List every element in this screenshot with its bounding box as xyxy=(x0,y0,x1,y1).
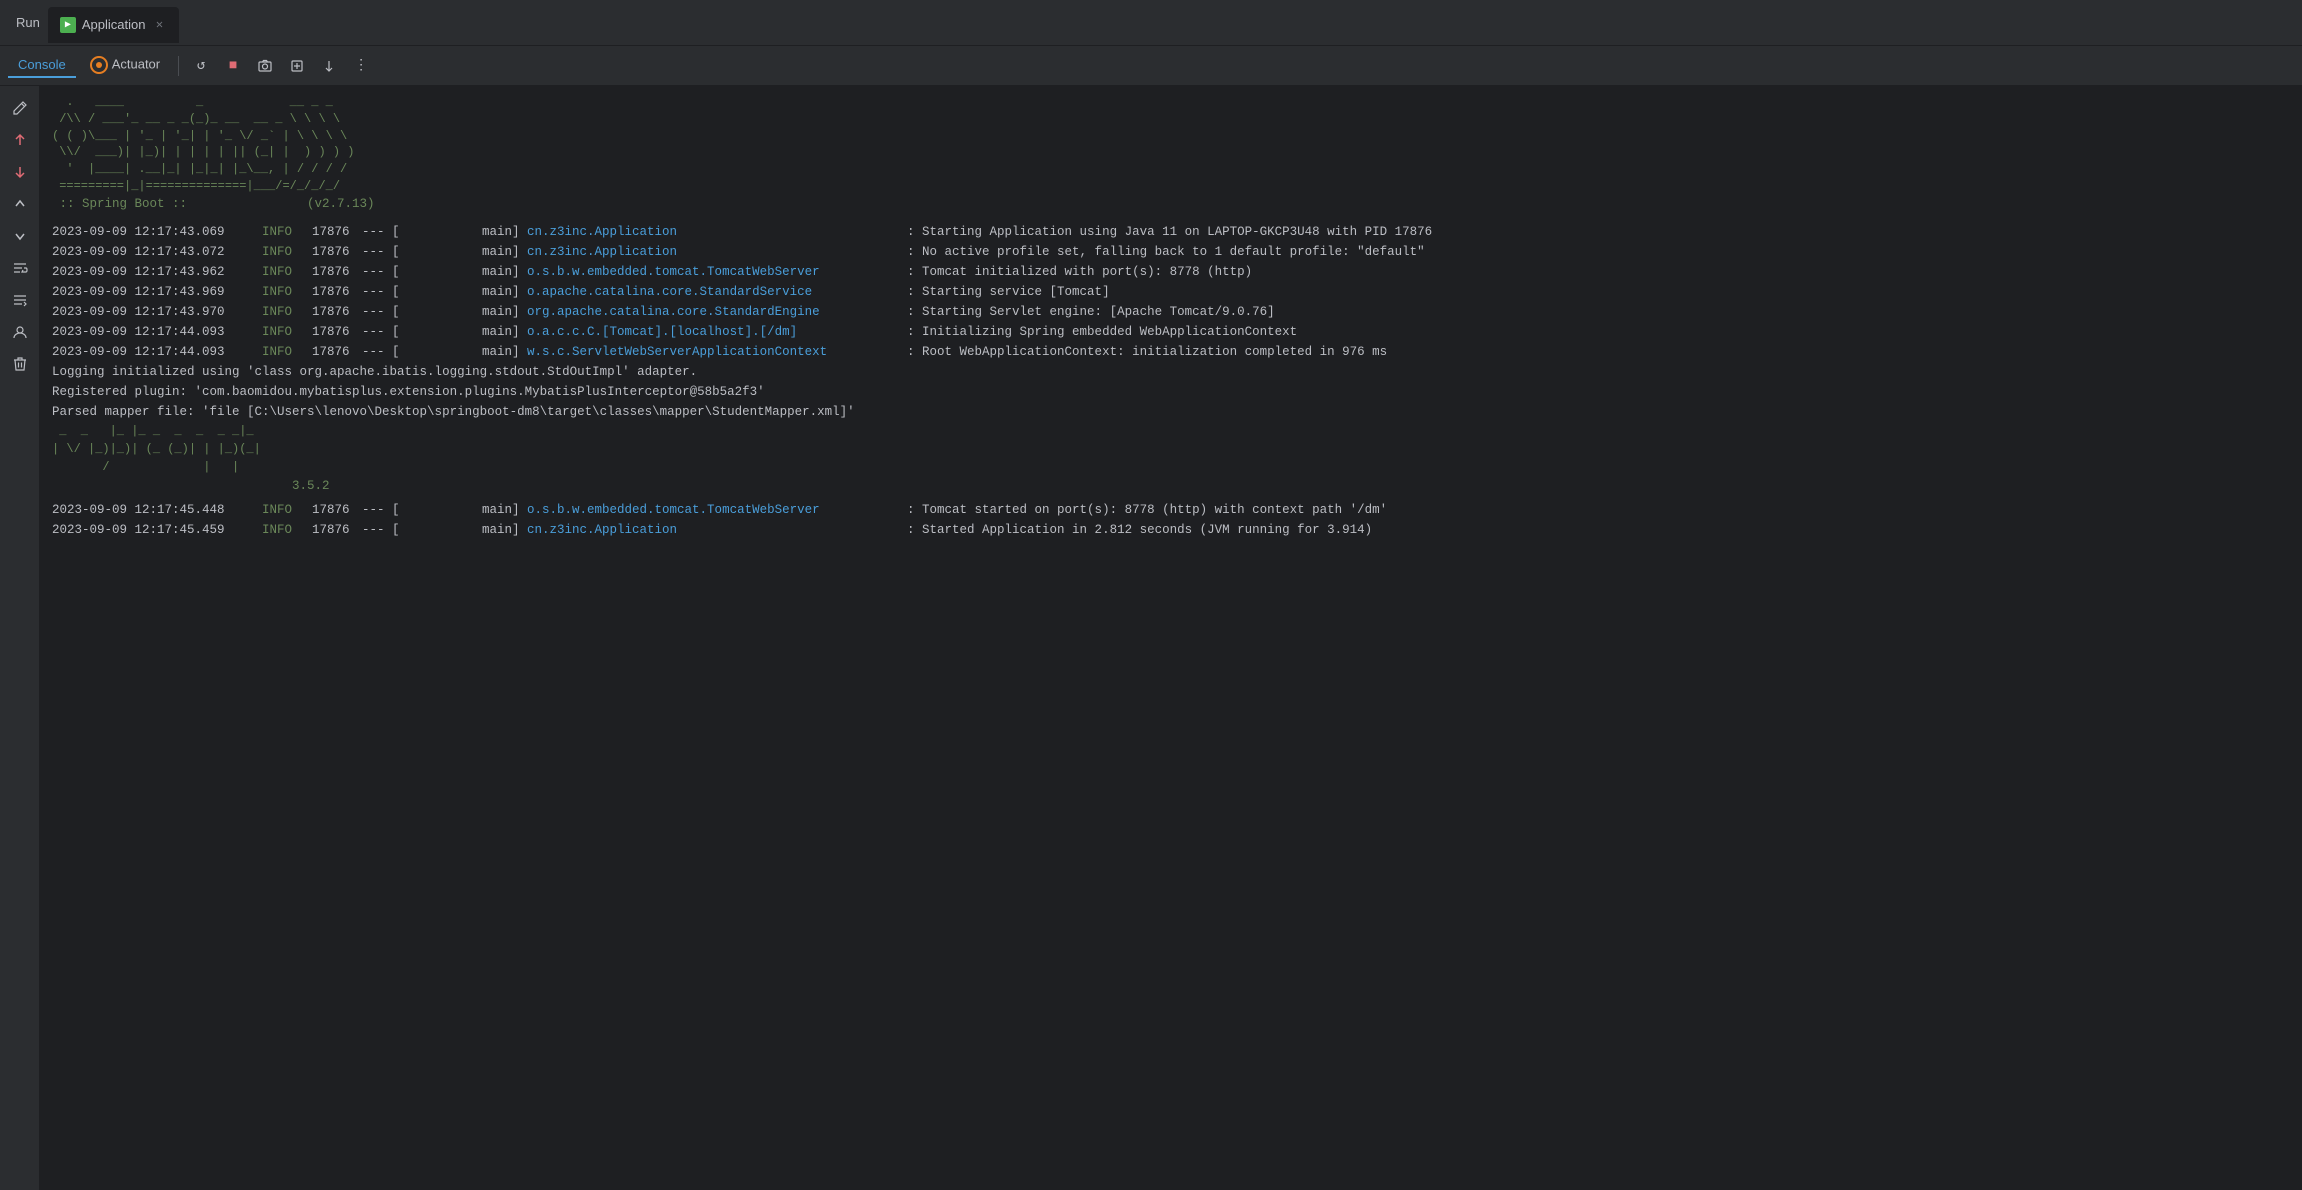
arrow-down-button[interactable] xyxy=(6,158,34,186)
sidebar xyxy=(0,86,40,1190)
log-pid: 17876 xyxy=(312,282,362,302)
log-pid: 17876 xyxy=(312,500,362,520)
log-timestamp: 2023-09-09 12:17:44.093 xyxy=(52,342,262,362)
pencil-button[interactable] xyxy=(6,94,34,122)
log-line-3: 2023-09-09 12:17:43.962 INFO 17876 --- [… xyxy=(52,262,2290,282)
log-line-2: 2023-09-09 12:17:43.072 INFO 17876 --- [… xyxy=(52,242,2290,262)
log-class: cn.z3inc.Application xyxy=(527,242,907,262)
log-class: o.s.b.w.embedded.tomcat.TomcatWebServer xyxy=(527,500,907,520)
log-class: cn.z3inc.Application xyxy=(527,520,907,540)
separator-1 xyxy=(178,56,179,76)
log-class: o.apache.catalina.core.StandardService xyxy=(527,282,907,302)
log-message: : Root WebApplicationContext: initializa… xyxy=(907,342,1387,362)
log-message: : No active profile set, falling back to… xyxy=(907,242,1425,262)
log-timestamp: 2023-09-09 12:17:43.969 xyxy=(52,282,262,302)
log-line-5: 2023-09-09 12:17:43.970 INFO 17876 --- [… xyxy=(52,302,2290,322)
log-thread: --- [ main] xyxy=(362,500,527,520)
log-pid: 17876 xyxy=(312,262,362,282)
log-timestamp: 2023-09-09 12:17:45.459 xyxy=(52,520,262,540)
run-label: Run xyxy=(8,15,48,30)
log-timestamp: 2023-09-09 12:17:43.962 xyxy=(52,262,262,282)
log-pid: 17876 xyxy=(312,520,362,540)
console-output: . ____ _ __ _ _ /\\ / ___'_ __ _ _(_)_ _… xyxy=(40,86,2302,1190)
log-class: org.apache.catalina.core.StandardEngine xyxy=(527,302,907,322)
log-message: : Tomcat started on port(s): 8778 (http)… xyxy=(907,500,1387,520)
log-level: INFO xyxy=(262,282,312,302)
arrow-up-alt-button[interactable] xyxy=(6,190,34,218)
log-line-9: 2023-09-09 12:17:45.459 INFO 17876 --- [… xyxy=(52,520,2290,540)
mybatis-ascii-art: _ _ |_ |_ _ _ _ _ _|_ | \/ |_)|_)| (_ (_… xyxy=(52,422,2290,476)
log-thread: --- [ main] xyxy=(362,262,527,282)
log-line-1: 2023-09-09 12:17:43.069 INFO 17876 --- [… xyxy=(52,222,2290,242)
log-pid: 17876 xyxy=(312,222,362,242)
log-class: w.s.c.ServletWebServerApplicationContext xyxy=(527,342,907,362)
log-pid: 17876 xyxy=(312,342,362,362)
trash-button[interactable] xyxy=(6,350,34,378)
log-message: : Tomcat initialized with port(s): 8778 … xyxy=(907,262,1252,282)
spring-ascii-art: . ____ _ __ _ _ /\\ / ___'_ __ _ _(_)_ _… xyxy=(52,94,2290,195)
log-thread: --- [ main] xyxy=(362,302,527,322)
toolbar: Console Actuator ↺ ■ ⋮ xyxy=(0,46,2302,86)
actuator-tab[interactable]: Actuator xyxy=(80,52,170,80)
log-level: INFO xyxy=(262,242,312,262)
log-line-7: 2023-09-09 12:17:44.093 INFO 17876 --- [… xyxy=(52,342,2290,362)
log-thread: --- [ main] xyxy=(362,342,527,362)
log-timestamp: 2023-09-09 12:17:45.448 xyxy=(52,500,262,520)
log-line-8: 2023-09-09 12:17:45.448 INFO 17876 --- [… xyxy=(52,500,2290,520)
log-level: INFO xyxy=(262,342,312,362)
tab-title: Application xyxy=(82,17,146,32)
log-thread: --- [ main] xyxy=(362,222,527,242)
log-message: : Initializing Spring embedded WebApplic… xyxy=(907,322,1297,342)
log-class: cn.z3inc.Application xyxy=(527,222,907,242)
stop-button[interactable]: ■ xyxy=(219,52,247,80)
screenshot-button[interactable] xyxy=(251,52,279,80)
restore-button[interactable] xyxy=(283,52,311,80)
tab-icon: ▶ xyxy=(60,17,76,33)
more-button[interactable]: ⋮ xyxy=(347,52,375,80)
actuator-icon xyxy=(90,56,108,74)
log-level: INFO xyxy=(262,322,312,342)
log-level: INFO xyxy=(262,222,312,242)
user-button[interactable] xyxy=(6,318,34,346)
title-bar: Run ▶ Application ✕ xyxy=(0,0,2302,46)
mybatis-version: 3.5.2 xyxy=(52,476,2290,496)
main-layout: . ____ _ __ _ _ /\\ / ___'_ __ _ _(_)_ _… xyxy=(0,86,2302,1190)
log-timestamp: 2023-09-09 12:17:44.093 xyxy=(52,322,262,342)
log-thread: --- [ main] xyxy=(362,242,527,262)
arrow-up-button[interactable] xyxy=(6,126,34,154)
log-thread: --- [ main] xyxy=(362,282,527,302)
arrow-down-alt-button[interactable] xyxy=(6,222,34,250)
tab-close-button[interactable]: ✕ xyxy=(151,17,167,33)
log-class: o.a.c.c.C.[Tomcat].[localhost].[/dm] xyxy=(527,322,907,342)
log-level: INFO xyxy=(262,302,312,322)
log-message: : Starting service [Tomcat] xyxy=(907,282,1110,302)
lines-button[interactable] xyxy=(6,254,34,282)
log-timestamp: 2023-09-09 12:17:43.069 xyxy=(52,222,262,242)
application-tab[interactable]: ▶ Application ✕ xyxy=(48,7,180,43)
scroll-button[interactable] xyxy=(315,52,343,80)
plain-log-3: Parsed mapper file: 'file [C:\Users\leno… xyxy=(52,402,2290,422)
lines-down-button[interactable] xyxy=(6,286,34,314)
log-pid: 17876 xyxy=(312,242,362,262)
plain-log-1: Logging initialized using 'class org.apa… xyxy=(52,362,2290,382)
log-line-6: 2023-09-09 12:17:44.093 INFO 17876 --- [… xyxy=(52,322,2290,342)
log-thread: --- [ main] xyxy=(362,322,527,342)
plain-log-2: Registered plugin: 'com.baomidou.mybatis… xyxy=(52,382,2290,402)
rerun-button[interactable]: ↺ xyxy=(187,52,215,80)
log-pid: 17876 xyxy=(312,322,362,342)
log-level: INFO xyxy=(262,262,312,282)
log-thread: --- [ main] xyxy=(362,520,527,540)
log-level: INFO xyxy=(262,500,312,520)
log-message: : Starting Servlet engine: [Apache Tomca… xyxy=(907,302,1275,322)
log-level: INFO xyxy=(262,520,312,540)
log-class: o.s.b.w.embedded.tomcat.TomcatWebServer xyxy=(527,262,907,282)
console-tab[interactable]: Console xyxy=(8,53,76,78)
log-message: : Starting Application using Java 11 on … xyxy=(907,222,1432,242)
log-pid: 17876 xyxy=(312,302,362,322)
log-message: : Started Application in 2.812 seconds (… xyxy=(907,520,1372,540)
log-timestamp: 2023-09-09 12:17:43.970 xyxy=(52,302,262,322)
spring-banner: :: Spring Boot :: (v2.7.13) xyxy=(52,195,2290,214)
log-line-4: 2023-09-09 12:17:43.969 INFO 17876 --- [… xyxy=(52,282,2290,302)
log-timestamp: 2023-09-09 12:17:43.072 xyxy=(52,242,262,262)
